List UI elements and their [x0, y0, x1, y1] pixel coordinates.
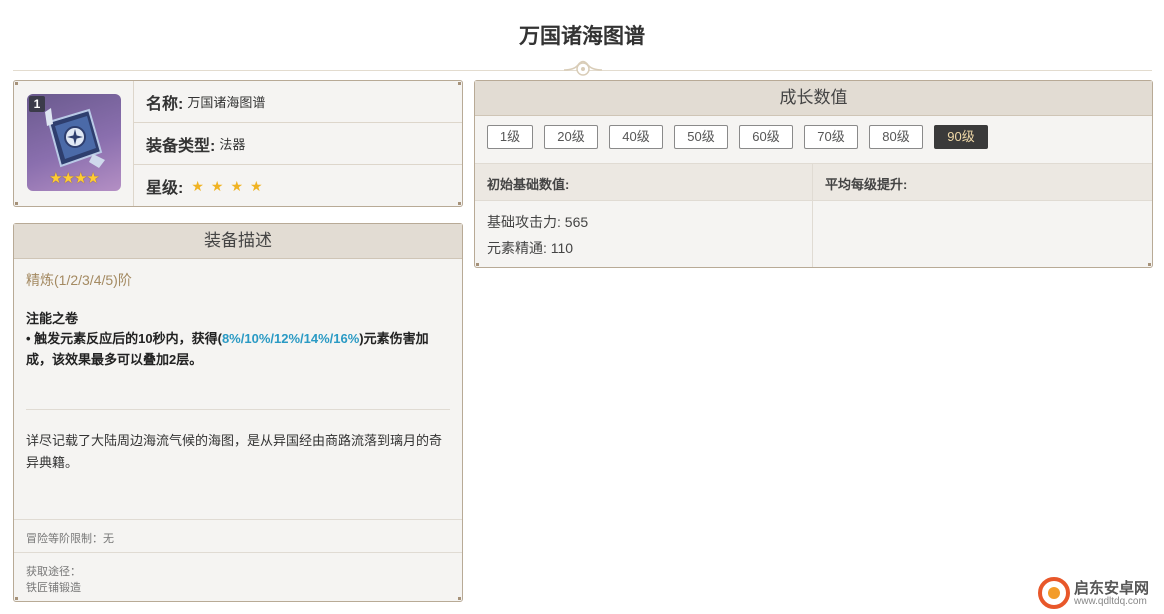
- elemental-mastery-stat: 元素精通: 110: [487, 240, 574, 256]
- base-stats-header: 初始基础数值:: [487, 177, 570, 192]
- rarity-stars: ★★★★: [191, 177, 270, 194]
- rarity-row: 星级: ★★★★: [134, 165, 462, 207]
- growth-stats-card: 成长数值 1级 20级 40级 50级 60级 70级 80级 90级 初始基础…: [474, 80, 1153, 268]
- type-value: 法器: [219, 137, 246, 152]
- weapon-thumbnail: 1 ★★★★: [27, 94, 121, 191]
- lore-text: 详尽记载了大陆周边海流气候的海图，是从异国经由商路流落到璃月的奇异典籍。: [26, 433, 443, 470]
- tab-level-70[interactable]: 70级: [804, 125, 858, 149]
- title-ornament-icon: [563, 60, 603, 76]
- watermark: 启东安卓网 www.qdltdq.com: [1036, 575, 1160, 611]
- type-label: 装备类型:: [146, 137, 216, 155]
- name-row: 名称: 万国诸海图谱: [134, 81, 462, 123]
- watermark-logo-icon: [1038, 577, 1070, 609]
- tab-level-1[interactable]: 1级: [487, 125, 533, 149]
- source-label: 获取途径：: [26, 566, 81, 578]
- tab-level-60[interactable]: 60级: [739, 125, 793, 149]
- rarity-label: 星级:: [146, 180, 184, 197]
- growth-header: 成长数值: [475, 81, 1152, 116]
- tab-level-90[interactable]: 90级: [934, 125, 988, 149]
- stats-header-row: 初始基础数值: 平均每级提升:: [475, 163, 1152, 201]
- per-level-header: 平均每级提升:: [825, 177, 908, 192]
- description-card: 装备描述 精炼(1/2/3/4/5)阶 注能之卷 • 触发元素反应后的10秒内，…: [13, 223, 463, 602]
- skill-prefix: • 触发元素反应后的10秒内，获得(: [26, 331, 222, 346]
- description-divider: [26, 409, 450, 410]
- thumbnail-stars: ★★★★: [49, 170, 100, 187]
- source-value: 铁匠铺锻造: [26, 582, 81, 594]
- watermark-url: www.qdltdq.com: [1074, 596, 1147, 607]
- refine-badge: 1: [29, 96, 45, 112]
- weapon-info-card: 1 ★★★★ 名称: 万国诸海图谱 装备类型: 法器 星级: ★★★★: [13, 80, 463, 207]
- catalyst-book-icon: [45, 108, 105, 168]
- base-attack-stat: 基础攻击力: 565: [487, 214, 589, 230]
- level-tabs: 1级 20级 40级 50级 60级 70级 80级 90级: [487, 125, 988, 149]
- skill-name: 注能之卷: [26, 311, 79, 326]
- tab-level-20[interactable]: 20级: [544, 125, 598, 149]
- tab-level-80[interactable]: 80级: [869, 125, 923, 149]
- rank-limit: 冒险等阶限制：无: [26, 533, 114, 545]
- description-header: 装备描述: [14, 224, 462, 259]
- page-title: 万国诸海图谱: [519, 25, 645, 48]
- refine-title: 精炼(1/2/3/4/5)阶: [26, 272, 132, 288]
- tab-level-40[interactable]: 40级: [609, 125, 663, 149]
- name-label: 名称:: [146, 95, 184, 113]
- skill-highlight: 8%/10%/12%/14%/16%: [221, 331, 360, 346]
- skill-description: • 触发元素反应后的10秒内，获得(8%/10%/12%/14%/16%)元素伤…: [26, 328, 450, 370]
- tab-level-50[interactable]: 50级: [674, 125, 728, 149]
- watermark-name: 启东安卓网: [1074, 580, 1150, 597]
- name-value: 万国诸海图谱: [187, 95, 266, 110]
- type-row: 装备类型: 法器: [134, 123, 462, 165]
